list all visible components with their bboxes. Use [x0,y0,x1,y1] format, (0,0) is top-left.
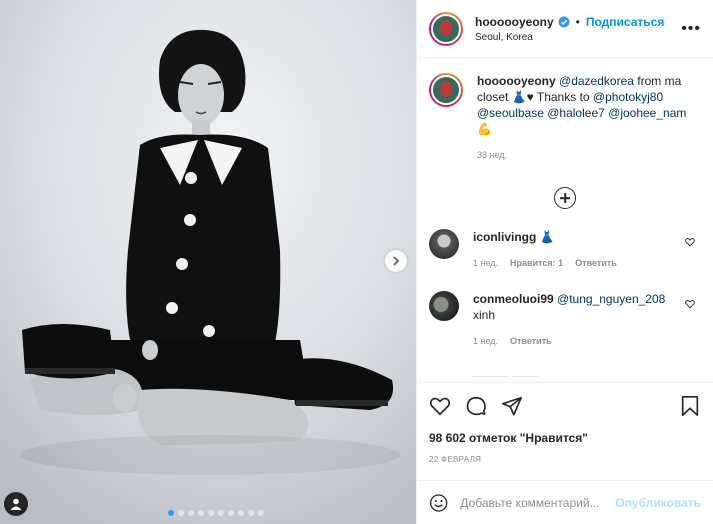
author-username[interactable]: hoooooyeony [475,15,554,29]
caption-mention-dazedkorea[interactable]: @dazedkorea [559,74,634,88]
share-icon [502,396,522,416]
post-date[interactable]: 22 ФЕВРАЛЯ [429,455,701,464]
post-photo [0,0,416,524]
carousel-dot [188,510,194,516]
comment-time[interactable]: 1 нед. [473,333,498,349]
verified-badge-icon [558,16,570,27]
load-more-comments[interactable] [429,187,701,209]
heart-icon [429,397,451,416]
plus-circle-icon[interactable] [554,187,576,209]
user-tags-button[interactable] [4,492,28,516]
carousel-dot [238,510,244,516]
author-avatar[interactable] [429,11,463,46]
comment-avatar[interactable] [429,291,459,321]
carousel-dot [178,510,184,516]
caption-emoji-dress-heart: 👗♥ [511,90,534,104]
comment-input[interactable] [460,495,616,510]
comment-reply-button[interactable]: Ответить [510,333,552,349]
comment-icon [466,396,486,416]
add-comment-bar: Опубликовать [417,480,713,524]
follow-button[interactable]: Подписаться [586,15,664,29]
comment-item: iconlivingg 👗 1 нед. Нравится: 1 Ответит… [429,229,701,271]
comment-heart-icon[interactable] [685,237,695,247]
caption-mention-halolee7[interactable]: @halolee7 [547,106,605,120]
comments-section[interactable]: hoooooyeony @dazedkorea from ma closet 👗… [417,59,713,382]
likes-count[interactable]: 98 602 отметок "Нравится" [429,431,701,445]
emoji-icon[interactable] [429,492,448,514]
post-media[interactable] [0,0,416,524]
user-tag-icon [10,498,22,510]
comment-time[interactable]: 1 нед. [473,255,498,271]
post-location[interactable]: Seoul, Korea [475,32,664,43]
carousel-dot [208,510,214,516]
chevron-right-icon [393,256,400,266]
caption-mention-photokyj80[interactable]: @photokyj80 [593,90,663,104]
carousel-dot [168,510,174,516]
carousel-indicator [168,510,264,516]
caption-time[interactable]: 33 нед. [477,147,701,163]
more-replies-hint: ———— ——— [473,371,539,377]
comment-reply-button[interactable]: Ответить [575,255,617,271]
comment-text: 👗 [539,230,555,244]
comment-text: xinh [473,308,496,322]
comment-button[interactable] [465,395,487,417]
caption-emoji-muscle: 💪 [477,122,492,136]
caption-mention-seoulbase[interactable]: @seoulbase [477,106,544,120]
more-options-icon[interactable]: ••• [681,20,701,38]
share-button[interactable] [501,395,523,417]
comment-username[interactable]: iconlivingg [473,230,536,244]
bookmark-icon [681,396,699,416]
post-header: hoooooyeony • Подписаться Seoul, Korea •… [417,0,713,58]
comment-heart-icon[interactable] [685,299,695,309]
carousel-dot [258,510,264,516]
caption-avatar[interactable] [429,73,463,107]
caption-text: Thanks to [533,90,593,104]
post-actions: 98 602 отметок "Нравится" 22 ФЕВРАЛЯ [417,382,713,464]
post-sidebar: hoooooyeony • Подписаться Seoul, Korea •… [416,0,713,524]
caption-mention-joohee-nam[interactable]: @joohee_nam [608,106,686,120]
comment-item: conmeoluoi99 @tung_nguyen_208 xinh 1 нед… [429,291,701,349]
carousel-dot [218,510,224,516]
comment-avatar[interactable] [429,229,459,259]
carousel-dot [248,510,254,516]
comment-mention[interactable]: @tung_nguyen_208 [557,292,665,306]
carousel-dot [198,510,204,516]
next-slide-button[interactable] [385,250,407,272]
save-button[interactable] [679,395,701,417]
comment-username[interactable]: conmeoluoi99 [473,292,554,306]
publish-button[interactable]: Опубликовать [615,496,701,510]
carousel-dot [228,510,234,516]
like-button[interactable] [429,395,451,417]
header-separator: • [575,14,580,29]
caption-username[interactable]: hoooooyeony [477,74,556,88]
comment-likes[interactable]: Нравится: 1 [510,255,563,271]
post-caption: hoooooyeony @dazedkorea from ma closet 👗… [429,73,701,163]
